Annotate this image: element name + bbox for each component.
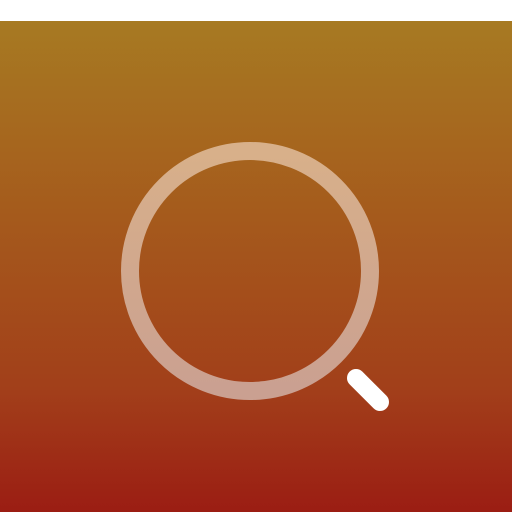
app-icon [0, 0, 512, 512]
search-handle [347, 369, 389, 411]
search-icon [0, 0, 512, 512]
search-lens [121, 142, 379, 400]
